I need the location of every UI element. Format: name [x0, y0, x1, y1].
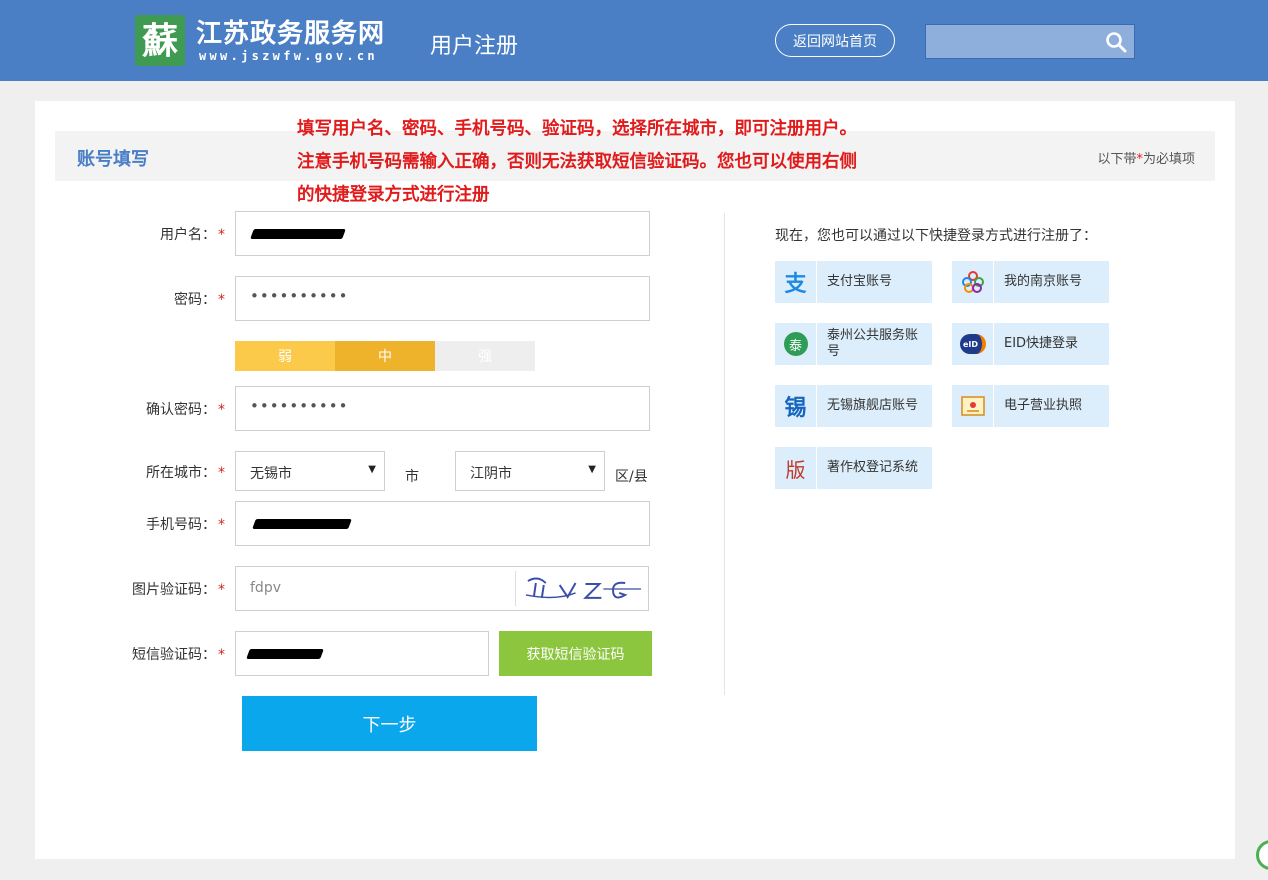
floating-widget[interactable] — [1256, 840, 1268, 870]
quick-login-wuxi[interactable]: 锡 无锡旗舰店账号 — [775, 385, 932, 427]
notice-line: 的快捷登录方式进行注册 — [297, 185, 490, 205]
quick-login-copyright[interactable]: 版 著作权登记系统 — [775, 447, 932, 489]
required-note: 以下带*为必填项 — [1097, 152, 1195, 167]
notice-line: 填写用户名、密码、手机号码、验证码，选择所在城市，即可注册用户。 — [297, 119, 857, 139]
quick-login-taizhou[interactable]: 泰 泰州公共服务账号 — [775, 323, 932, 365]
sms-code-field[interactable] — [235, 631, 489, 676]
city-unit: 市 — [405, 469, 419, 485]
home-button[interactable]: 返回网站首页 — [775, 24, 895, 57]
business-license-icon — [952, 385, 994, 427]
password-field[interactable]: •••••••••• — [235, 276, 650, 321]
alipay-icon: 支 — [775, 261, 817, 303]
get-sms-code-button[interactable]: 获取短信验证码 — [499, 631, 652, 676]
confirm-password-label: 确认密码： * — [146, 402, 225, 418]
username-field[interactable] — [235, 211, 650, 256]
quick-login-label: EID快捷登录 — [1004, 336, 1079, 351]
quick-login-alipay[interactable]: 支 支付宝账号 — [775, 261, 932, 303]
district-select-value: 江阴市 — [470, 466, 512, 482]
quick-login-intro: 现在，您也可以通过以下快捷登录方式进行注册了： — [775, 228, 1097, 244]
next-step-button[interactable]: 下一步 — [242, 696, 537, 751]
sms-code-label: 短信验证码： * — [132, 647, 225, 663]
quick-login-eid[interactable]: eID EID快捷登录 — [952, 323, 1109, 365]
wuxi-icon: 锡 — [775, 385, 817, 427]
site-domain: www.jszwfw.gov.cn — [199, 49, 378, 63]
eid-icon: eID — [952, 323, 994, 365]
dropdown-arrow-icon: ▼ — [588, 464, 596, 475]
city-label: 所在城市： * — [146, 465, 225, 481]
strength-weak: 弱 — [235, 341, 335, 371]
quick-login-business-license[interactable]: 电子营业执照 — [952, 385, 1109, 427]
search-icon[interactable] — [1104, 30, 1128, 54]
redacted-value — [250, 229, 346, 239]
city-select[interactable]: 无锡市 ▼ — [235, 451, 385, 491]
username-label: 用户名： * — [160, 227, 225, 243]
notice-line: 注意手机号码需输入正确，否则无法获取短信验证码。您也可以使用右侧 — [297, 152, 857, 172]
top-header: 蘇 江苏政务服务网 www.jszwfw.gov.cn 用户注册 返回网站首页 — [0, 0, 1268, 81]
district-unit: 区/县 — [615, 469, 648, 485]
confirm-password-value: •••••••••• — [250, 397, 349, 415]
taizhou-icon: 泰 — [775, 323, 817, 365]
captcha-label: 图片验证码： * — [132, 582, 225, 598]
quick-login-label: 电子营业执照 — [1004, 398, 1083, 413]
captcha-image[interactable] — [515, 571, 648, 606]
search-box — [925, 24, 1135, 59]
password-label: 密码： * — [174, 292, 225, 308]
search-input[interactable] — [926, 25, 1102, 58]
strength-strong: 强 — [435, 341, 535, 371]
redacted-value — [246, 649, 324, 659]
registration-notice: 填写用户名、密码、手机号码、验证码，选择所在城市，即可注册用户。 注意手机号码需… — [297, 113, 937, 212]
copyright-icon: 版 — [775, 447, 817, 489]
dropdown-arrow-icon: ▼ — [368, 464, 376, 475]
city-select-value: 无锡市 — [250, 466, 292, 482]
quick-login-label: 著作权登记系统 — [827, 460, 919, 475]
strength-medium: 中 — [335, 341, 435, 371]
site-logo[interactable]: 蘇 — [135, 15, 185, 66]
nanjing-icon — [952, 261, 994, 303]
quick-login-label: 我的南京账号 — [1004, 274, 1083, 289]
password-strength-meter: 弱 中 强 — [235, 341, 535, 371]
quick-login-label: 泰州公共服务账号 — [827, 328, 919, 359]
captcha-field[interactable]: fdpv — [235, 566, 649, 611]
column-divider — [724, 213, 725, 695]
section-title: 账号填写 — [77, 149, 149, 170]
password-value: •••••••••• — [250, 287, 349, 305]
quick-login-nanjing[interactable]: 我的南京账号 — [952, 261, 1109, 303]
phone-field[interactable] — [235, 501, 650, 546]
site-name[interactable]: 江苏政务服务网 — [196, 13, 385, 50]
confirm-password-field[interactable]: •••••••••• — [235, 386, 650, 431]
district-select[interactable]: 江阴市 ▼ — [455, 451, 605, 491]
page-title: 用户注册 — [430, 34, 519, 59]
registration-card: 账号填写 以下带*为必填项 填写用户名、密码、手机号码、验证码，选择所在城市，即… — [35, 101, 1235, 859]
captcha-input-value: fdpv — [250, 580, 281, 596]
logo-glyph: 蘇 — [141, 19, 178, 62]
quick-login-label: 无锡旗舰店账号 — [827, 398, 919, 413]
quick-login-label: 支付宝账号 — [827, 274, 893, 289]
phone-label: 手机号码： * — [146, 517, 225, 533]
redacted-value — [252, 519, 352, 529]
